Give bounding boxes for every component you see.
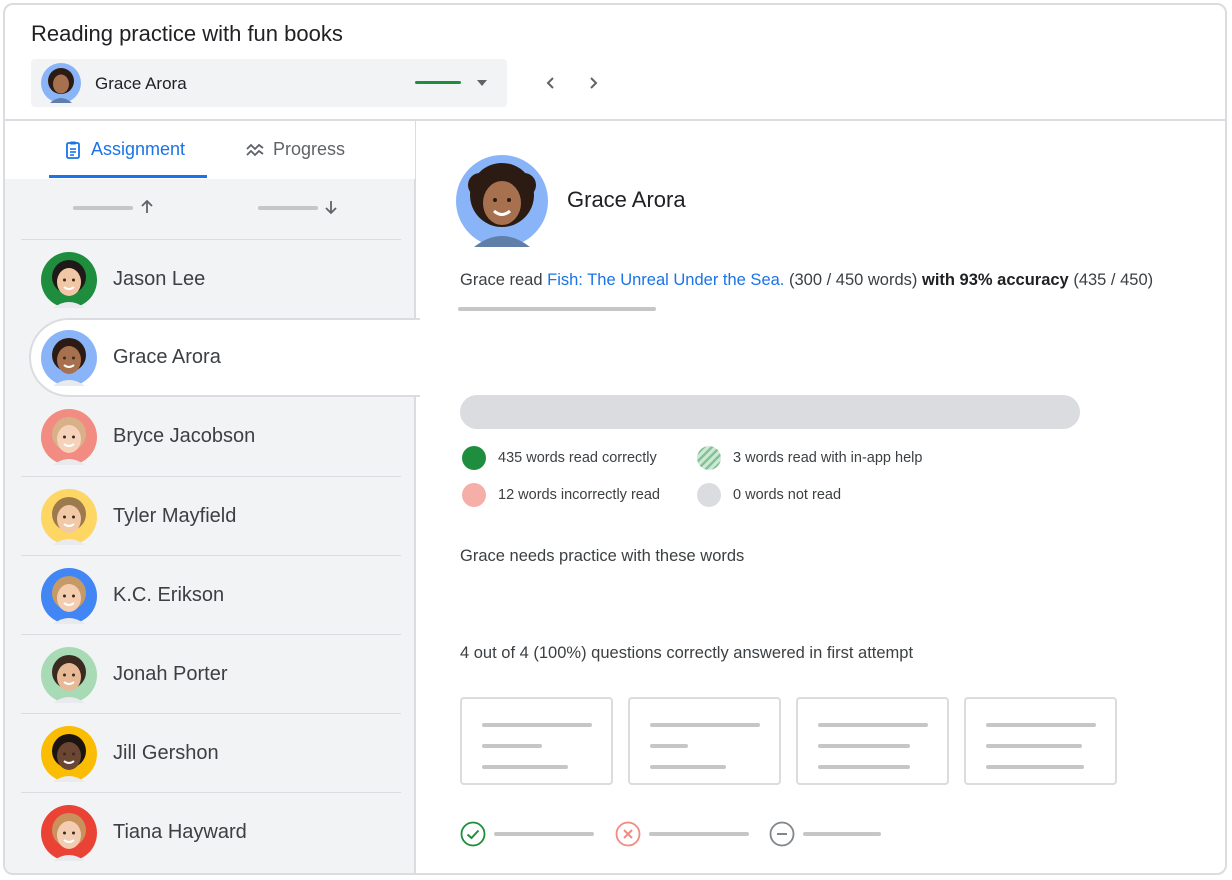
incorrect-dot-icon bbox=[462, 483, 486, 507]
avatar bbox=[41, 647, 97, 703]
question-card[interactable] bbox=[964, 697, 1117, 785]
chevron-right-icon bbox=[590, 77, 598, 89]
practice-heading: Grace needs practice with these words bbox=[460, 547, 745, 565]
arrow-down-icon[interactable] bbox=[321, 197, 341, 217]
student-row[interactable]: K.C. Erikson bbox=[21, 555, 401, 634]
page-title: Reading practice with fun books bbox=[31, 21, 343, 46]
legend-not-read: 0 words not read bbox=[697, 483, 841, 507]
student-name: Jonah Porter bbox=[113, 663, 228, 685]
student-list: Jason Lee Grace Arora Bryce Jacobson Tyler … bbox=[21, 239, 420, 871]
student-row[interactable]: Tyler Mayfield bbox=[21, 476, 401, 555]
check-circle-icon bbox=[460, 821, 486, 847]
words-read: (300 / 450 words) bbox=[788, 271, 918, 289]
correct-dot-icon bbox=[462, 446, 486, 470]
question-card[interactable] bbox=[628, 697, 781, 785]
reading-progress-bar bbox=[460, 395, 1080, 429]
chevron-left-icon bbox=[546, 77, 554, 89]
not-read-dot-icon bbox=[697, 483, 721, 507]
active-tab-indicator bbox=[49, 175, 207, 178]
student-row[interactable]: Tiana Hayward bbox=[21, 792, 401, 871]
avatar bbox=[41, 489, 97, 545]
trend-icon bbox=[246, 143, 264, 156]
avatar bbox=[41, 330, 97, 386]
legend-incorrect: 12 words incorrectly read bbox=[462, 483, 660, 507]
previous-student-button[interactable] bbox=[537, 69, 565, 97]
x-circle-icon bbox=[615, 821, 641, 847]
reading-summary: Grace read Fish: The Unreal Under the Se… bbox=[460, 271, 1153, 290]
summary-prefix: Grace read bbox=[460, 271, 543, 289]
answer-key-skipped bbox=[769, 821, 881, 847]
legend-help: 3 words read with in-app help bbox=[697, 446, 922, 470]
tab-progress[interactable]: Progress bbox=[245, 139, 345, 160]
sort-controls bbox=[5, 179, 415, 237]
legend-label: 3 words read with in-app help bbox=[733, 450, 923, 466]
student-row[interactable]: Jonah Porter bbox=[21, 634, 401, 713]
accuracy: with 93% accuracy bbox=[921, 271, 1069, 289]
avatar bbox=[41, 63, 81, 103]
sort-label-placeholder bbox=[73, 206, 133, 210]
student-name: Jill Gershon bbox=[113, 742, 219, 764]
header: Reading practice with fun books Grace Ar… bbox=[5, 5, 1225, 121]
student-row[interactable]: Bryce Jacobson bbox=[21, 397, 401, 476]
answer-key-correct bbox=[460, 821, 594, 847]
student-name: Tiana Hayward bbox=[113, 821, 247, 843]
student-dropdown[interactable]: Grace Arora bbox=[31, 59, 507, 107]
student-name: Bryce Jacobson bbox=[113, 425, 256, 447]
student-name: Grace Arora bbox=[113, 346, 221, 368]
student-row[interactable]: Jill Gershon bbox=[21, 713, 401, 792]
avatar bbox=[41, 409, 97, 465]
student-detail: Grace Arora Grace read Fish: The Unreal … bbox=[418, 121, 1225, 873]
sort-label-placeholder bbox=[258, 206, 318, 210]
hatched-dot-icon bbox=[697, 446, 721, 470]
tab-label: Assignment bbox=[91, 139, 186, 159]
avatar bbox=[456, 155, 548, 247]
clipboard-icon bbox=[66, 141, 80, 159]
arrow-up-icon[interactable] bbox=[137, 197, 157, 217]
avatar bbox=[41, 726, 97, 782]
selected-student-name: Grace Arora bbox=[95, 74, 187, 93]
question-card[interactable] bbox=[460, 697, 613, 785]
minus-circle-icon bbox=[769, 821, 795, 847]
chevron-down-icon[interactable] bbox=[475, 76, 489, 90]
student-row[interactable]: Grace Arora bbox=[29, 318, 420, 397]
avatar bbox=[41, 805, 97, 861]
app-window: Reading practice with fun books Grace Ar… bbox=[3, 3, 1227, 875]
legend-label: 12 words incorrectly read bbox=[498, 487, 660, 503]
student-list-panel: Assignment Progress Jason Lee Grace Arora… bbox=[5, 121, 420, 873]
status-indicator bbox=[415, 81, 461, 84]
book-title-link[interactable]: Fish: The Unreal Under the Sea. bbox=[547, 271, 784, 289]
next-student-button[interactable] bbox=[579, 69, 607, 97]
accuracy-detail: (435 / 450) bbox=[1073, 271, 1154, 289]
student-name: Jason Lee bbox=[113, 268, 206, 290]
legend-correct: 435 words read correctly bbox=[462, 446, 657, 470]
questions-heading: 4 out of 4 (100%) questions correctly an… bbox=[460, 644, 914, 662]
avatar bbox=[41, 568, 97, 624]
student-name: K.C. Erikson bbox=[113, 584, 225, 606]
legend-label: 435 words read correctly bbox=[498, 450, 657, 466]
student-row[interactable]: Jason Lee bbox=[21, 239, 401, 318]
avatar bbox=[41, 252, 97, 308]
answer-key-incorrect bbox=[615, 821, 749, 847]
tab-bar: Assignment Progress bbox=[5, 121, 415, 179]
legend-label: 0 words not read bbox=[733, 487, 842, 503]
text-placeholder bbox=[458, 307, 656, 311]
tab-assignment[interactable]: Assignment bbox=[63, 139, 185, 160]
tab-label: Progress bbox=[273, 139, 346, 159]
question-card[interactable] bbox=[796, 697, 949, 785]
student-name: Tyler Mayfield bbox=[113, 505, 237, 527]
student-name: Grace Arora bbox=[567, 187, 686, 212]
